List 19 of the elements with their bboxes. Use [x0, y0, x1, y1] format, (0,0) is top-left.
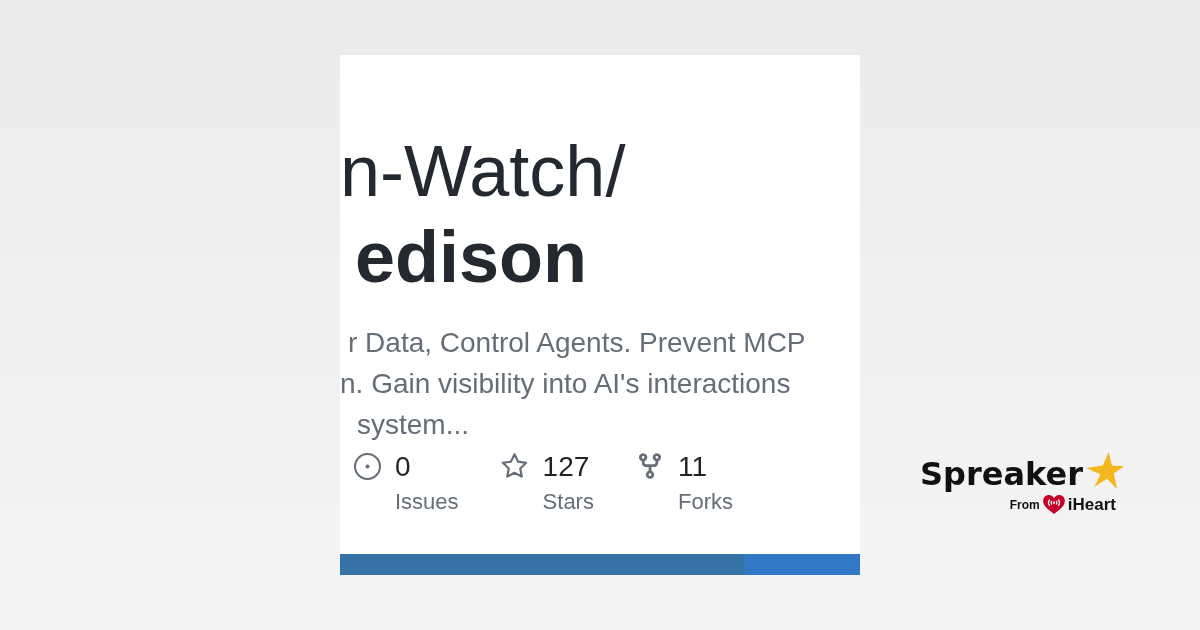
- description-line: system...: [357, 408, 469, 442]
- stat-count: 0: [395, 450, 411, 484]
- repo-owner: n-Watch/: [340, 135, 626, 207]
- heart-icon: [1042, 495, 1065, 514]
- description-line: r Data, Control Agents. Prevent MCP: [348, 326, 806, 360]
- star-icon: [501, 453, 529, 479]
- brand-wordmark: Spreaker: [920, 458, 1083, 490]
- stat-label: Stars: [542, 488, 594, 516]
- stat-label: Issues: [395, 488, 459, 516]
- circle-dot-icon: [353, 453, 381, 480]
- star-icon: [1085, 452, 1124, 489]
- repo-name: edison: [355, 221, 588, 293]
- fork-icon: [638, 453, 661, 479]
- from-label: From: [1009, 498, 1040, 511]
- partner-name: iHeart: [1067, 496, 1116, 513]
- stat-count: 11: [677, 450, 708, 484]
- stat-count: 127: [542, 450, 590, 484]
- description-line: n. Gain visibility into AI's interactions: [340, 367, 791, 401]
- stat-label: Forks: [677, 488, 733, 516]
